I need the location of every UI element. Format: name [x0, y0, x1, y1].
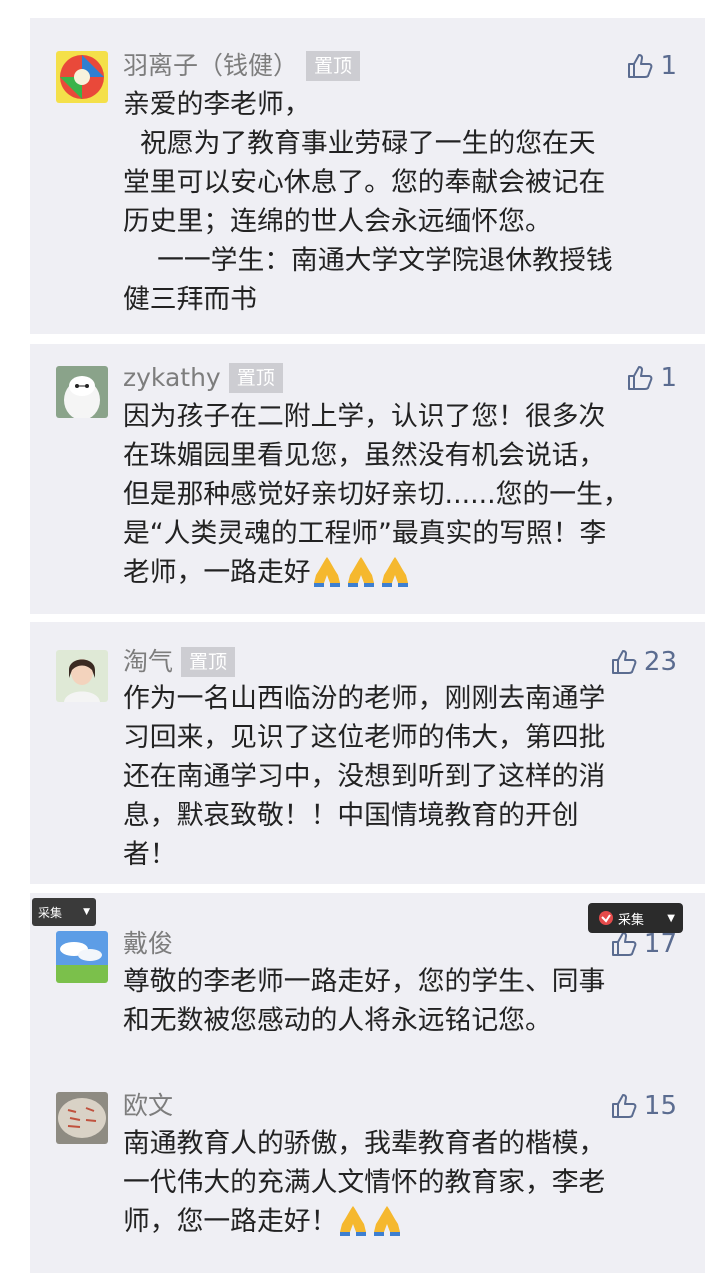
- like-button[interactable]: 15: [610, 1089, 677, 1123]
- comment-card: 羽离子（钱健） 置顶 1 亲爱的李老师， 祝愿为了教育事业劳碌了一生的您在天 堂里…: [30, 18, 705, 334]
- like-button[interactable]: 23: [610, 645, 677, 679]
- comment-text: 因为孩子在二附上学，认识了您！很多次 在珠媚园里看见您，虽然没有机会说话， 但是那种…: [123, 401, 630, 588]
- pinned-badge: 置顶: [181, 647, 236, 677]
- like-count: 15: [643, 1091, 677, 1121]
- like-button[interactable]: 1: [626, 49, 677, 83]
- author-name: 戴俊: [123, 929, 174, 958]
- collect-label: 采集: [618, 912, 645, 928]
- thumbs-up-icon: [611, 932, 637, 956]
- pinned-badge: 置顶: [306, 51, 361, 81]
- praying-hands-icon: [337, 1206, 371, 1237]
- author-name: 欧文: [123, 1091, 174, 1120]
- collect-label: 采集: [38, 905, 63, 920]
- avatar[interactable]: [56, 931, 108, 983]
- comment-text: 作为一名山西临汾的老师，刚刚去南通学 习回来，见识了这位老师的伟大，第四批 还在南通…: [123, 683, 606, 870]
- like-button[interactable]: 1: [626, 361, 677, 395]
- collect-button[interactable]: 采集 ▼: [588, 903, 683, 933]
- collect-button[interactable]: 采集 ▼: [32, 898, 96, 926]
- praying-hands-icon: [311, 557, 345, 588]
- praying-hands-icon: [379, 557, 413, 588]
- author-name: 淘气: [123, 647, 174, 676]
- thumbs-up-icon: [611, 650, 637, 674]
- like-count: 1: [660, 51, 677, 81]
- comment-text: 南通教育人的骄傲，我辈教育者的楷模， 一代伟大的充满人文情怀的教育家，李老 师，您一…: [123, 1128, 606, 1237]
- avatar[interactable]: [56, 366, 108, 418]
- praying-hands-icon: [371, 1206, 405, 1237]
- caret-down-icon: ▼: [83, 907, 90, 917]
- comment-card: zykathy 置顶 1 因为孩子在二附上学，认识了您！很多次 在珠媚园里看见您，…: [30, 344, 705, 614]
- thumbs-up-icon: [628, 366, 653, 390]
- thumbs-up-icon: [628, 54, 653, 78]
- avatar[interactable]: [56, 1092, 108, 1144]
- comment-text: 亲爱的李老师， 祝愿为了教育事业劳碌了一生的您在天 堂里可以安心休息了。您的奉献会…: [123, 89, 613, 315]
- comment-card: 淘气 置顶 23 作为一名山西临汾的老师，刚刚去南通学 习回来，见识了这位老师的伟…: [30, 622, 705, 884]
- collect-logo-icon: [599, 911, 613, 925]
- thumbs-up-icon: [611, 1094, 637, 1118]
- praying-hands-icon: [345, 557, 379, 588]
- caret-down-icon: ▼: [667, 912, 675, 924]
- comment-card: 戴俊 17 尊敬的李老师一路走好，您的学生、同事 和无数被您感动的人将永远铭记您。…: [30, 893, 705, 1273]
- pinned-badge: 置顶: [228, 363, 283, 393]
- like-count: 23: [643, 647, 677, 677]
- author-name: zykathy: [123, 363, 221, 392]
- avatar[interactable]: [56, 51, 108, 103]
- comment-text: 尊敬的李老师一路走好，您的学生、同事 和无数被您感动的人将永远铭记您。: [123, 966, 606, 1036]
- avatar[interactable]: [56, 650, 108, 702]
- like-count: 1: [660, 363, 677, 393]
- author-name: 羽离子（钱健）: [123, 51, 299, 80]
